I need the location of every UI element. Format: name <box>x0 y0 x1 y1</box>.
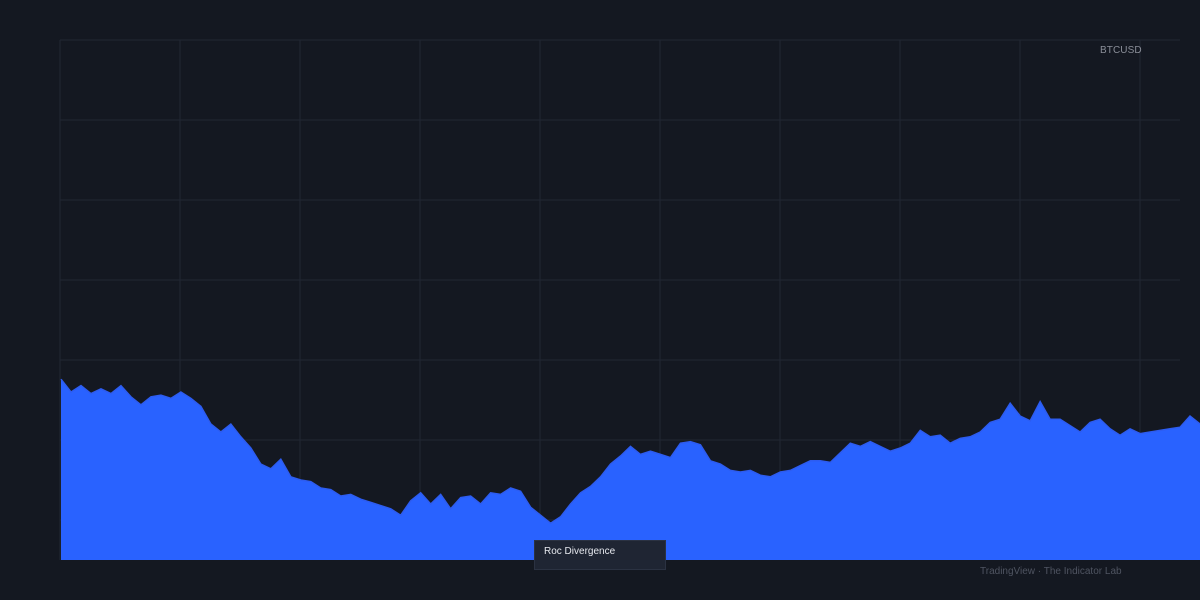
watermark-text: TradingView · The Indicator Lab <box>980 566 1122 577</box>
series-label: BTCUSD <box>1100 45 1142 56</box>
indicator-tooltip-label: Roc Divergence <box>544 546 616 557</box>
indicator-tooltip[interactable]: Roc Divergence <box>534 540 666 570</box>
series-layer <box>60 378 1200 560</box>
chart: BTCUSD Roc Divergence TradingView · The … <box>0 0 1200 600</box>
series-area-btcusd <box>61 379 1200 560</box>
chart-svg <box>59 39 1200 560</box>
